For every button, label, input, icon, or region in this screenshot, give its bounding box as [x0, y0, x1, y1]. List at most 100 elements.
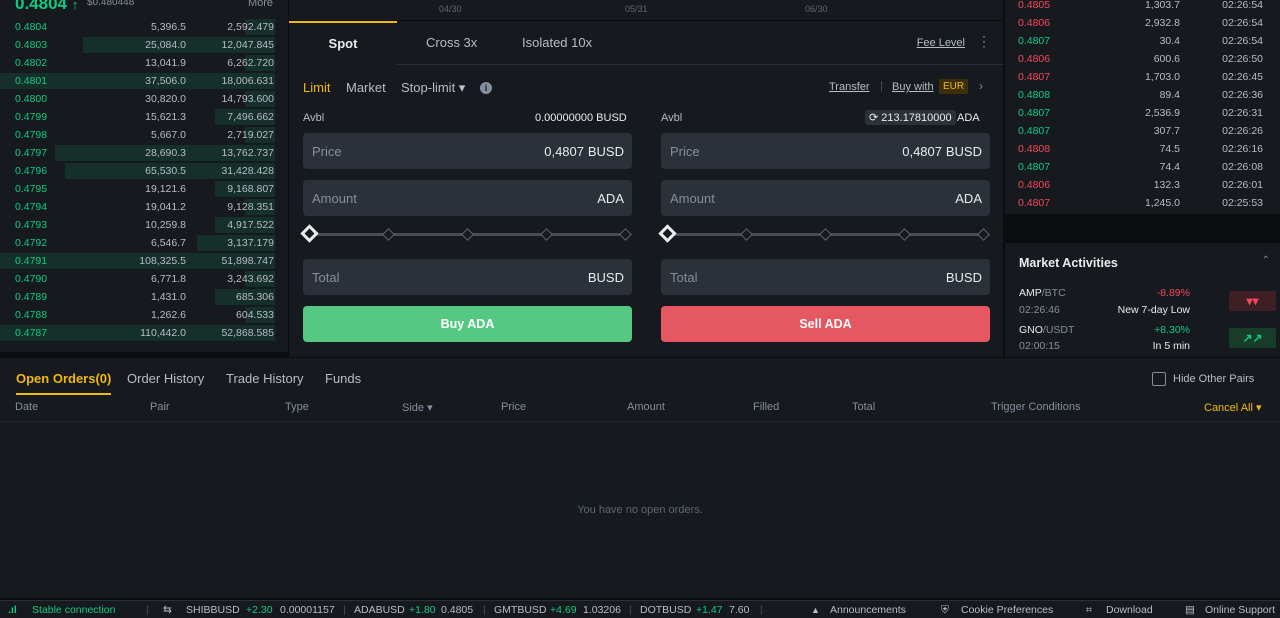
order-book-row[interactable]: 0.4792 6,546.7 3,137.179	[0, 234, 288, 252]
download-link[interactable]: Download	[1106, 601, 1153, 618]
buy-total-field[interactable]: Total BUSD	[303, 259, 632, 295]
cancel-all-button[interactable]: Cancel All ▾	[1204, 401, 1262, 414]
ticker-change: +4.69	[550, 604, 577, 616]
orders-panel: Open Orders(0) Order History Trade Histo…	[0, 358, 1280, 598]
cookie-preferences-link[interactable]: Cookie Preferences	[961, 601, 1053, 618]
slider-step-75[interactable]	[898, 228, 911, 241]
buy-with-link[interactable]: Buy with	[892, 81, 934, 93]
transfer-link[interactable]: Transfer	[829, 81, 870, 93]
order-book-row[interactable]: 0.4796 65,530.5 31,428.428	[0, 162, 288, 180]
sell-price-field[interactable]: Price 0,4807 BUSD	[661, 133, 990, 169]
up-trend-icon: ↗↗	[1229, 328, 1276, 348]
tab-order-history[interactable]: Order History	[127, 371, 204, 386]
activity-pair[interactable]: AMP/BTC	[1019, 287, 1066, 299]
sell-button[interactable]: Sell ADA	[661, 306, 990, 342]
col-side[interactable]: Side ▾	[402, 401, 433, 414]
sell-avbl-badge[interactable]: ⟳ 213.17810000	[865, 110, 956, 125]
buy-button[interactable]: Buy ADA	[303, 306, 632, 342]
order-book-price: 0.4801	[15, 75, 48, 87]
activity-pair[interactable]: GNO/USDT	[1019, 324, 1074, 336]
more-options-icon[interactable]: ⋮	[977, 33, 991, 50]
order-book-row[interactable]: 0.4799 15,621.3 7,496.662	[0, 108, 288, 126]
sell-total-field[interactable]: Total BUSD	[661, 259, 990, 295]
col-date: Date	[15, 401, 39, 413]
order-book-row[interactable]: 0.4795 19,121.6 9,168.807	[0, 180, 288, 198]
order-book-total: 9,168.807	[227, 183, 274, 195]
price-value[interactable]: 0,4807	[544, 144, 584, 159]
slider-step-25[interactable]	[382, 228, 395, 241]
tab-funds[interactable]: Funds	[325, 371, 361, 386]
slider-step-50[interactable]	[819, 228, 832, 241]
info-icon[interactable]: i	[480, 82, 492, 94]
sell-amount-field[interactable]: Amount ADA	[661, 180, 990, 216]
order-book-row[interactable]: 0.4800 30,820.0 14,793.600	[0, 90, 288, 108]
order-book-row[interactable]: 0.4802 13,041.9 6,262.720	[0, 54, 288, 72]
more-link[interactable]: More	[248, 0, 273, 9]
tab-open-orders[interactable]: Open Orders(0)	[16, 371, 112, 395]
order-type-stop-limit[interactable]: Stop-limit ▾	[401, 80, 465, 96]
slider-step-100[interactable]	[977, 228, 990, 241]
order-book-row[interactable]: 0.4801 37,506.0 18,006.631	[0, 72, 288, 90]
order-book-row[interactable]: 0.4787 110,442.0 52,868.585	[0, 324, 288, 342]
announcements-link[interactable]: Announcements	[830, 601, 906, 618]
order-book-row[interactable]: 0.4791 108,325.5 51,898.747	[0, 252, 288, 270]
ticker-price: 0.00001157	[280, 604, 335, 616]
trade-price: 0.4806	[1018, 179, 1051, 191]
slider-step-25[interactable]	[740, 228, 753, 241]
ticker-symbol[interactable]: ADABUSD	[354, 601, 405, 618]
trade-time: 02:26:50	[1222, 53, 1263, 65]
chevron-right-icon[interactable]: ›	[979, 79, 983, 93]
slider-step-75[interactable]	[540, 228, 553, 241]
tab-trade-history[interactable]: Trade History	[226, 371, 304, 386]
order-book-row[interactable]: 0.4803 25,084.0 12,047.845	[0, 36, 288, 54]
tab-spot[interactable]: Spot	[289, 21, 397, 65]
buy-amount-slider[interactable]	[300, 224, 632, 243]
trade-time: 02:25:53	[1222, 197, 1263, 209]
ticker-symbol[interactable]: SHIBBUSD	[186, 601, 240, 618]
hide-other-pairs-label[interactable]: Hide Other Pairs	[1173, 373, 1254, 385]
slider-knob[interactable]	[658, 224, 677, 243]
online-support-link[interactable]: Online Support	[1205, 601, 1275, 618]
order-book-row[interactable]: 0.4797 28,690.3 13,762.737	[0, 144, 288, 162]
trade-price: 0.4808	[1018, 89, 1051, 101]
price-value[interactable]: 0,4807	[902, 144, 942, 159]
ticker-symbol[interactable]: DOTBUSD	[640, 601, 691, 618]
col-price: Price	[501, 401, 527, 413]
ticker-change: +2.30	[246, 604, 273, 616]
order-book-row[interactable]: 0.4798 5,667.0 2,719.027	[0, 126, 288, 144]
price-label: Price	[670, 144, 700, 159]
refresh-icon: ⟳	[869, 112, 879, 124]
price-label: Price	[312, 144, 342, 159]
order-book-row[interactable]: 0.4788 1,262.6 604.533	[0, 306, 288, 324]
tab-cross[interactable]: Cross 3x	[426, 21, 477, 65]
sell-amount-slider[interactable]	[658, 224, 990, 243]
order-book-row[interactable]: 0.4804 5,396.5 2,592.479	[0, 18, 288, 36]
tab-isolated[interactable]: Isolated 10x	[522, 21, 592, 65]
trade-time: 02:26:16	[1222, 143, 1263, 155]
trade-row: 0.4808 89.4 02:26:36	[1005, 86, 1280, 104]
amount-label: Amount	[670, 191, 715, 206]
order-type-limit[interactable]: Limit	[303, 80, 330, 95]
order-type-market[interactable]: Market	[346, 80, 386, 95]
order-book-price: 0.4794	[15, 201, 48, 213]
order-book-row[interactable]: 0.4790 6,771.8 3,243.692	[0, 270, 288, 288]
slider-step-50[interactable]	[461, 228, 474, 241]
order-book-total: 51,898.747	[221, 255, 274, 267]
trade-amount: 1,245.0	[1144, 197, 1180, 209]
col-type: Type	[285, 401, 309, 413]
collapse-icon[interactable]: ⌃	[1262, 255, 1270, 266]
ticker-settings-icon[interactable]: ⇆	[163, 601, 172, 618]
fee-level-link[interactable]: Fee Level	[917, 37, 965, 49]
slider-step-100[interactable]	[619, 228, 632, 241]
hide-other-pairs-checkbox[interactable]	[1152, 372, 1166, 386]
order-book-row[interactable]: 0.4794 19,041.2 9,128.351	[0, 198, 288, 216]
order-book-row[interactable]: 0.4793 10,259.8 4,917.522	[0, 216, 288, 234]
buy-price-field[interactable]: Price 0,4807 BUSD	[303, 133, 632, 169]
slider-knob[interactable]	[300, 224, 319, 243]
buy-amount-field[interactable]: Amount ADA	[303, 180, 632, 216]
currency-badge[interactable]: EUR	[939, 79, 969, 94]
shield-icon: ⛨	[941, 604, 949, 616]
ticker-symbol[interactable]: GMTBUSD	[494, 601, 547, 618]
order-book-row[interactable]: 0.4789 1,431.0 685.306	[0, 288, 288, 306]
col-amount: Amount	[627, 401, 665, 413]
